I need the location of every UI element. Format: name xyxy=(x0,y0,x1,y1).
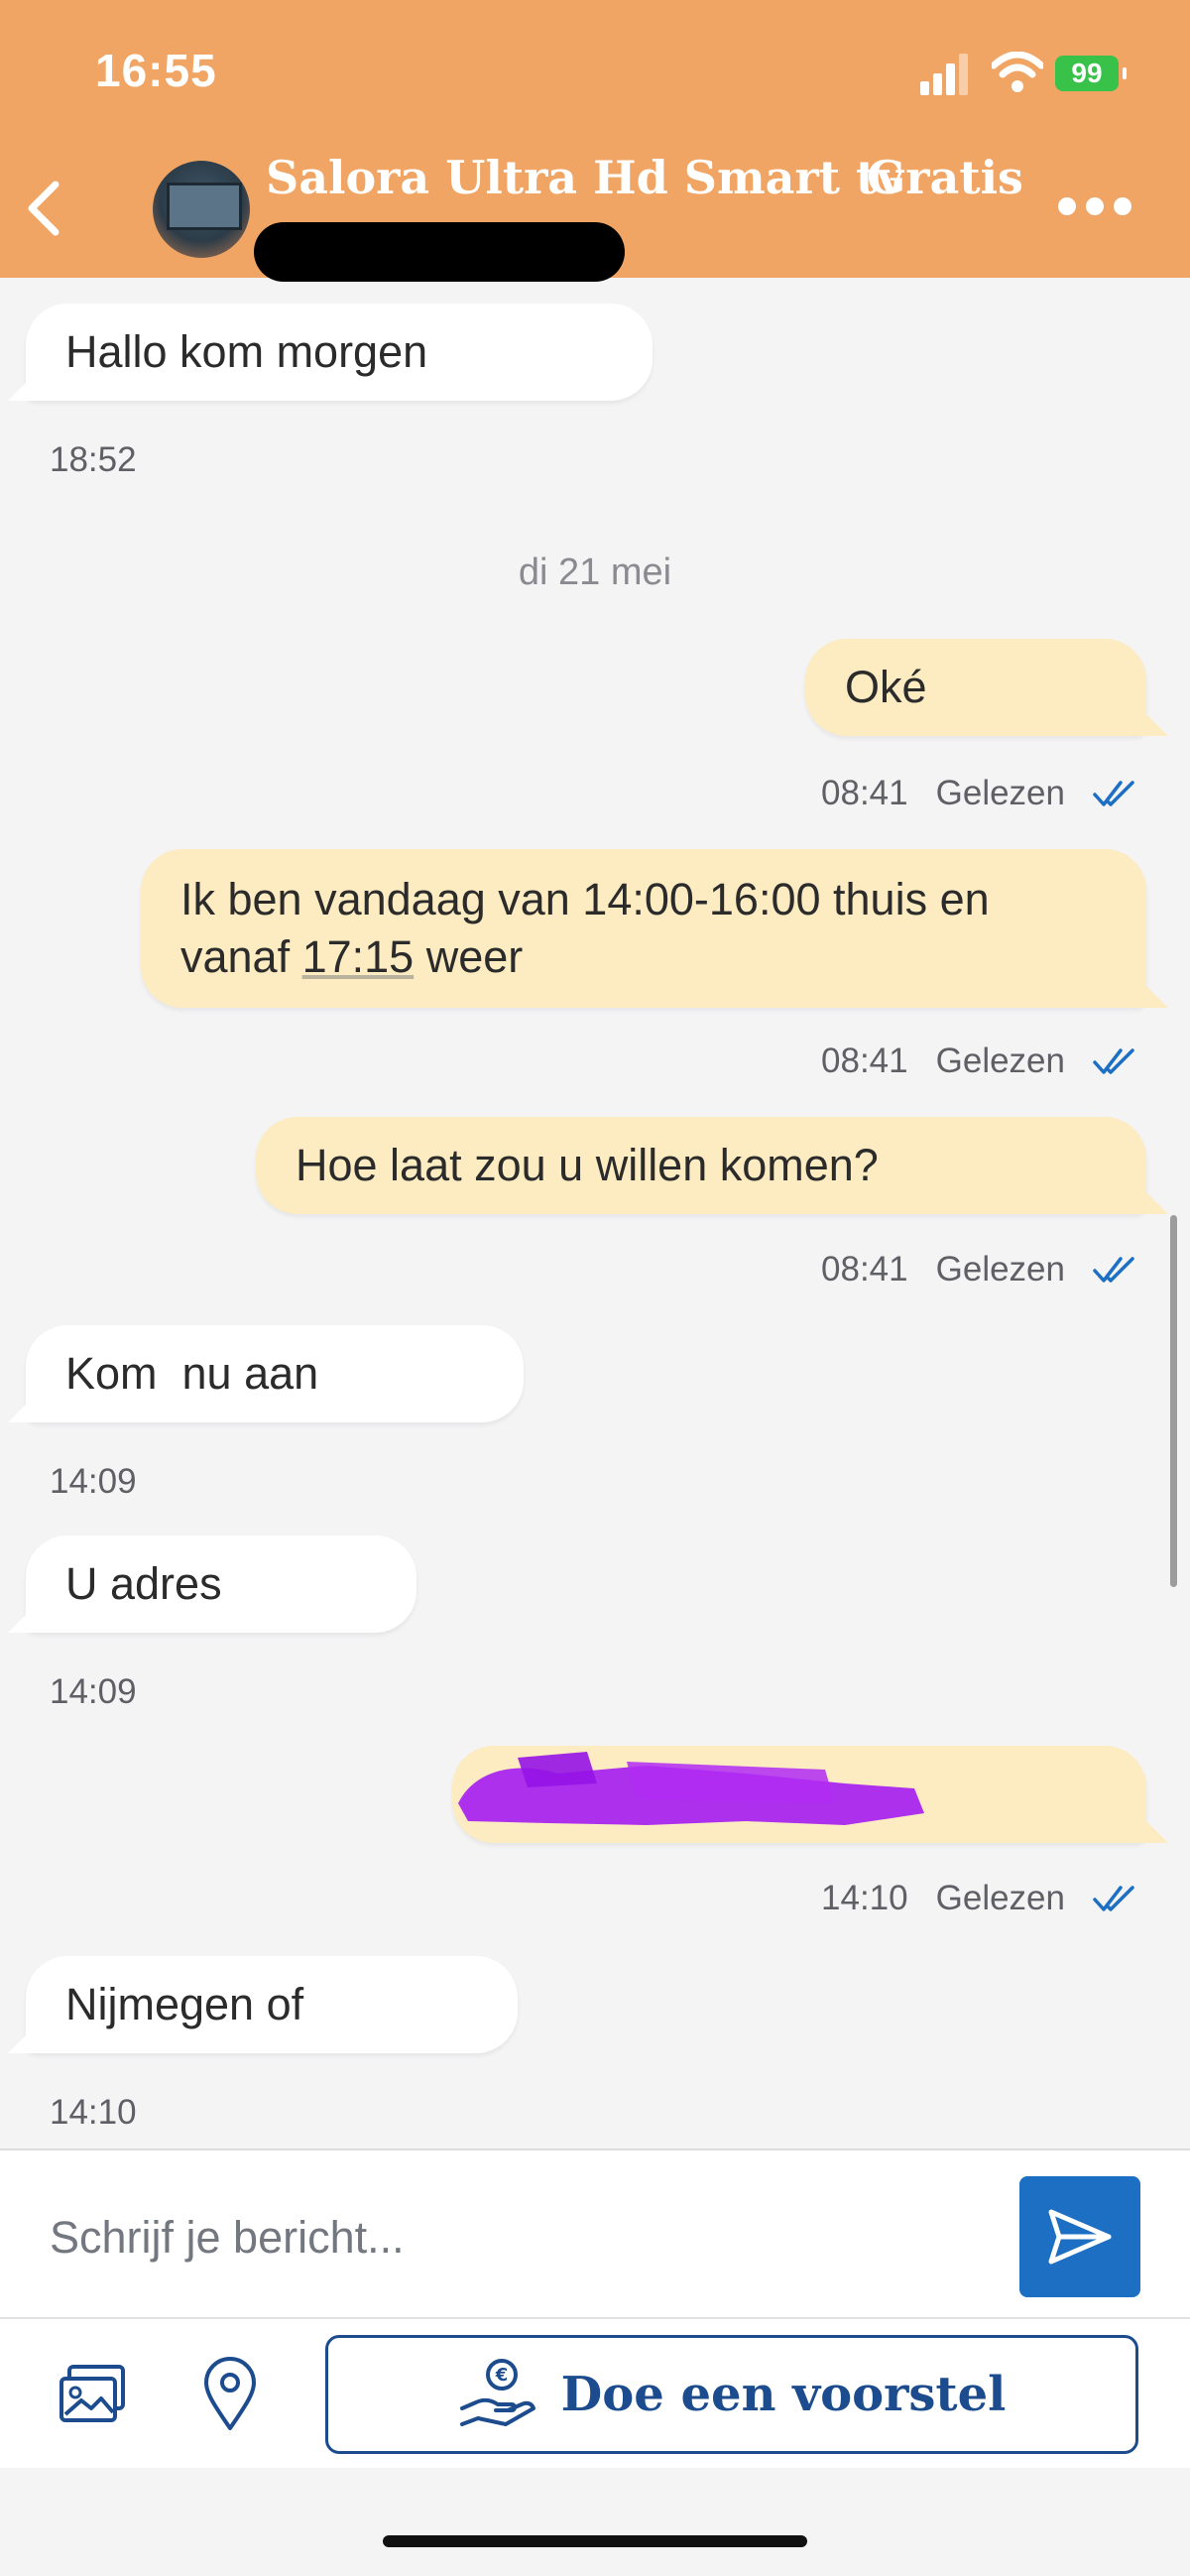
more-icon[interactable] xyxy=(1055,194,1134,218)
message-time: 14:09 xyxy=(50,1462,137,1501)
redaction-scribble xyxy=(458,1752,924,1825)
time-link[interactable]: 17:15 xyxy=(302,931,415,982)
double-check-icon xyxy=(1093,1048,1134,1074)
read-status: Gelezen xyxy=(935,1879,1065,1917)
message-text: Kom nu aan xyxy=(65,1348,319,1399)
message-incoming: Kom nu aan xyxy=(26,1325,524,1422)
image-icon[interactable] xyxy=(58,2363,127,2426)
date-divider: di 21 mei xyxy=(518,552,672,593)
status-time: 16:55 xyxy=(95,45,217,96)
home-indicator[interactable] xyxy=(383,2535,807,2547)
battery-indicator: 99 xyxy=(1055,56,1127,91)
send-icon xyxy=(1048,2209,1112,2265)
message-outgoing: Oké xyxy=(805,639,1146,736)
message-time: 14:10 xyxy=(50,2093,137,2132)
send-button[interactable] xyxy=(1019,2176,1140,2297)
message-meta: 08:41 Gelezen xyxy=(821,1250,1140,1289)
listing-thumbnail[interactable] xyxy=(153,161,250,258)
listing-title[interactable]: Salora Ultra Hd Smart tv xyxy=(266,151,903,204)
message-text-line: vanaf 17:15 weer xyxy=(180,928,523,986)
location-pin-icon[interactable] xyxy=(202,2357,258,2432)
read-status: Gelezen xyxy=(935,1250,1065,1288)
message-text: Oké xyxy=(845,662,927,712)
message-meta: 08:41 Gelezen xyxy=(821,1042,1140,1081)
scrollbar[interactable] xyxy=(1170,1215,1177,1587)
home-area xyxy=(0,2468,1190,2576)
chat-thread[interactable]: Hallo kom morgen 18:52 di 21 mei Oké 08:… xyxy=(0,278,1190,2148)
message-input[interactable]: Schrijf je bericht... xyxy=(50,2212,405,2264)
message-text-fragment: vanaf xyxy=(180,931,302,982)
listing-price: Gratis xyxy=(867,151,1023,204)
double-check-icon xyxy=(1093,1257,1134,1283)
message-incoming: Nijmegen of xyxy=(26,1956,518,2053)
message-time: 14:10 xyxy=(821,1879,908,1917)
message-time: 18:52 xyxy=(50,440,137,479)
wifi-icon xyxy=(992,52,1043,92)
message-text: U adres xyxy=(65,1558,222,1609)
read-status: Gelezen xyxy=(935,774,1065,812)
double-check-icon xyxy=(1093,1886,1134,1911)
message-meta: 14:10 Gelezen xyxy=(821,1879,1140,1918)
make-offer-button[interactable]: € Doe een voorstel xyxy=(325,2335,1138,2454)
read-status: Gelezen xyxy=(935,1042,1065,1080)
message-time: 14:09 xyxy=(50,1672,137,1711)
redacted-username xyxy=(254,222,625,282)
message-outgoing: Hoe laat zou u willen komen? xyxy=(256,1117,1146,1214)
message-text-line: Ik ben vandaag van 14:00-16:00 thuis en xyxy=(180,874,990,924)
message-time: 08:41 xyxy=(821,1250,908,1288)
signal-icon xyxy=(920,54,968,95)
message-text: Hallo kom morgen xyxy=(65,326,428,377)
message-outgoing: Ik ben vandaag van 14:00-16:00 thuis en … xyxy=(141,849,1146,1008)
message-meta: 08:41 Gelezen xyxy=(821,774,1140,813)
double-check-icon xyxy=(1093,781,1134,806)
make-offer-label: Doe een voorstel xyxy=(560,2367,1007,2422)
euro-hand-icon: € xyxy=(459,2359,536,2426)
back-icon[interactable] xyxy=(24,179,63,238)
message-incoming: U adres xyxy=(26,1535,416,1633)
message-text-fragment: weer xyxy=(414,931,524,982)
message-text: Nijmegen of xyxy=(65,1979,304,2029)
message-time: 08:41 xyxy=(821,774,908,812)
message-text: Hoe laat zou u willen komen? xyxy=(296,1140,879,1190)
svg-text:€: € xyxy=(494,2365,508,2386)
header: 16:55 99 Salora Ultra Hd Smart tv Gratis xyxy=(0,0,1190,282)
message-incoming: Hallo kom morgen xyxy=(26,304,653,401)
message-time: 08:41 xyxy=(821,1042,908,1080)
